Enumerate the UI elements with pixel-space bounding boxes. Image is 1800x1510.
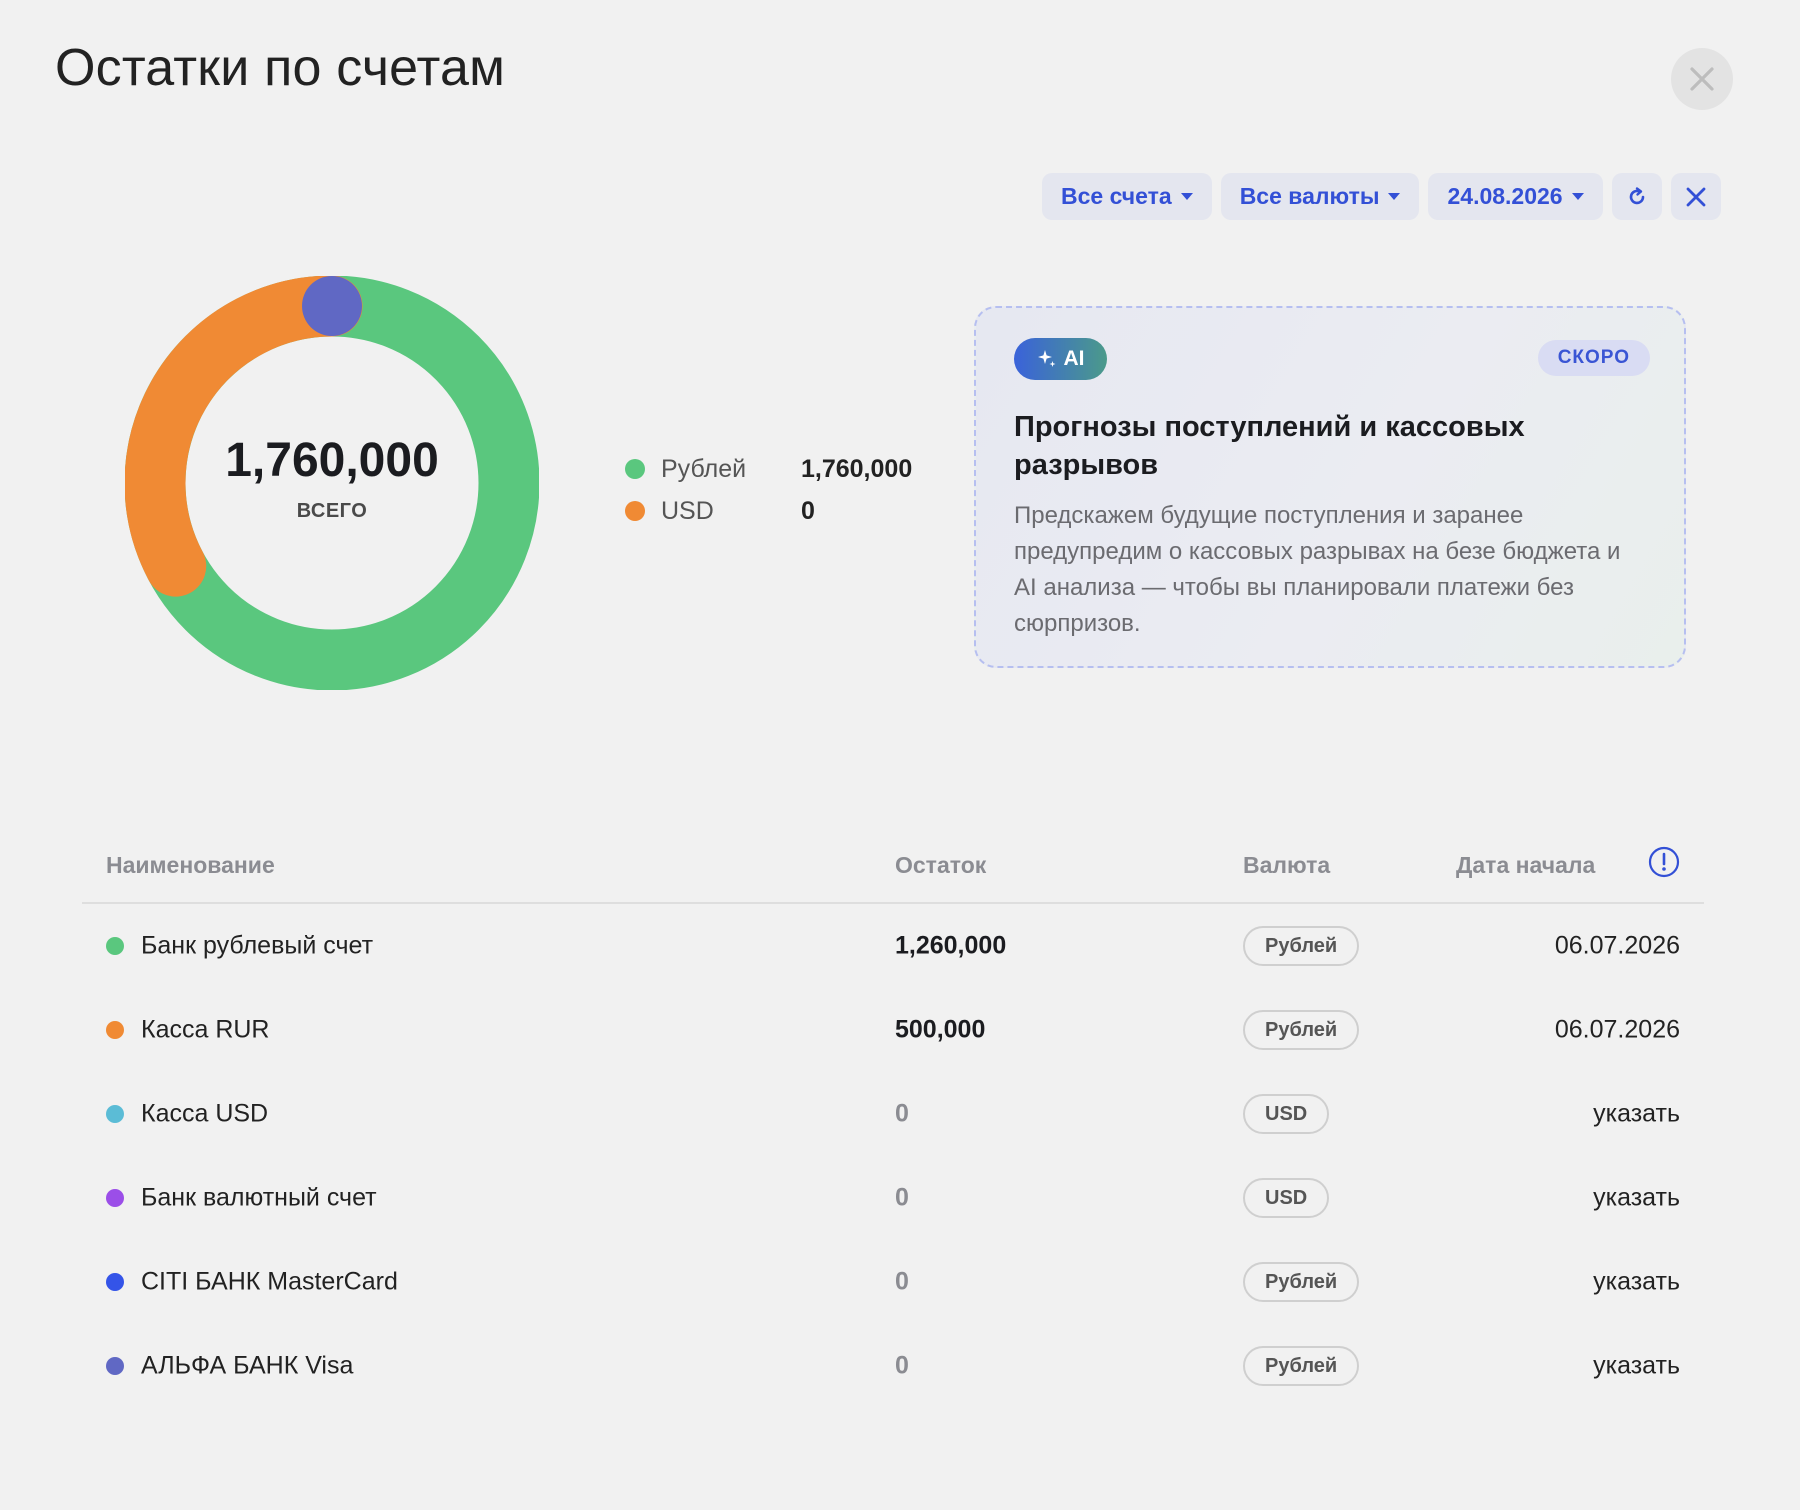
account-balance: 500,000 [895,1015,986,1044]
total-label: ВСЕГО [296,500,368,522]
account-color-dot [106,1105,124,1123]
legend-name: Рублей [661,454,747,483]
accounts-filter[interactable]: Все счета [1042,173,1212,220]
account-name[interactable]: Банк валютный счет [141,1184,377,1213]
table-row[interactable]: Банк рублевый счет 1,260,000 Рублей 06.07.2… [82,904,1704,988]
date-filter[interactable]: 24.08.2026 [1428,173,1603,220]
currency-badge: USD [1243,1178,1330,1218]
account-color-dot [106,1021,124,1039]
table-row[interactable]: CITI БАНК MasterCard 0 Рублей указать [82,1240,1704,1324]
accounts-table: Наименование Остаток Валюта Дата начала … [82,840,1704,1408]
account-color-dot [106,937,124,955]
column-header-name[interactable]: Наименование [106,852,275,879]
account-color-dot [106,1189,124,1207]
account-name[interactable]: АЛЬФА БАНК Visa [141,1352,353,1381]
column-header-start-date[interactable]: Дата начала [1456,852,1595,879]
currency-badge: Рублей [1243,1262,1360,1302]
account-balance: 0 [895,1267,909,1296]
legend-dot [625,501,645,521]
page-title: Остатки по счетам [55,39,506,97]
balance-donut-chart: 1,760,000 ВСЕГО [124,275,540,691]
account-name[interactable]: Касса USD [141,1100,268,1129]
set-start-date-link[interactable]: указать [1593,1352,1680,1381]
set-start-date-link[interactable]: указать [1593,1268,1680,1297]
filters-bar: Все счета Все валюты 24.08.2026 [1042,173,1721,220]
account-balance: 0 [895,1099,909,1128]
info-icon[interactable] [1648,846,1680,884]
ai-card-description: Предскажем будущие поступления и заранее… [1014,502,1621,637]
table-row[interactable]: Касса RUR 500,000 Рублей 06.07.2026 [82,988,1704,1072]
close-icon [1690,67,1714,91]
column-header-currency[interactable]: Валюта [1243,852,1330,879]
ai-forecast-card: AI СКОРО Прогнозы поступлений и кассовых… [974,306,1686,668]
set-start-date-link[interactable]: указать [1593,1100,1680,1129]
currencies-filter[interactable]: Все валюты [1220,173,1420,220]
sparkle-icon [1037,350,1055,367]
legend-dot [625,459,645,479]
refresh-icon [1629,186,1644,204]
currency-badge: Рублей [1243,926,1360,966]
account-name[interactable]: Банк рублевый счет [141,932,373,961]
currency-badge: Рублей [1243,1346,1360,1386]
accounts-filter-label: Все счета [1061,183,1172,209]
legend-name: USD [661,496,714,525]
close-icon [1686,187,1706,206]
account-balance: 0 [895,1351,909,1380]
table-row[interactable]: Касса USD 0 USD указать [82,1072,1704,1156]
account-balance: 1,260,000 [895,931,1007,960]
start-date: 06.07.2026 [1554,931,1680,960]
total-amount: 1,760,000 [225,434,439,487]
account-color-dot [106,1273,124,1291]
account-balance: 0 [895,1183,909,1212]
table-row[interactable]: АЛЬФА БАНК Visa 0 Рублей указать [82,1324,1704,1408]
ai-badge-label: AI [1063,347,1085,370]
legend-value: 1,760,000 [801,454,913,483]
ai-badge: AI [1014,338,1107,380]
legend-value: 0 [801,496,815,525]
chevron-down-icon [1388,193,1401,200]
currency-badge: USD [1243,1094,1330,1134]
chart-legend: Рублей 1,760,000 USD 0 [625,448,912,532]
account-name[interactable]: Касса RUR [141,1016,269,1045]
table-row[interactable]: Банк валютный счет 0 USD указать [82,1156,1704,1240]
close-dialog-button[interactable] [1671,48,1733,110]
currencies-filter-label: Все валюты [1239,183,1380,209]
legend-item-rub: Рублей 1,760,000 [625,448,912,490]
column-header-balance[interactable]: Остаток [895,852,986,879]
table-body: Банк рублевый счет 1,260,000 Рублей 06.07.2… [82,904,1704,1408]
refresh-button[interactable] [1611,173,1662,220]
legend-item-usd: USD 0 [625,490,912,532]
start-date: 06.07.2026 [1554,1015,1680,1044]
coming-soon-badge: СКОРО [1537,340,1650,376]
ai-card-title: Прогнозы поступлений и кассовых разрывов [1014,411,1525,481]
account-name[interactable]: CITI БАНК MasterCard [141,1268,398,1297]
donut-center: 1,760,000 ВСЕГО [125,276,539,690]
chevron-down-icon [1571,193,1584,200]
currency-badge: Рублей [1243,1010,1360,1050]
reset-filters-button[interactable] [1670,173,1721,220]
set-start-date-link[interactable]: указать [1593,1184,1680,1213]
table-header: Наименование Остаток Валюта Дата начала [82,840,1704,904]
account-color-dot [106,1357,124,1375]
chevron-down-icon [1180,193,1193,200]
date-filter-label: 24.08.2026 [1447,183,1563,209]
